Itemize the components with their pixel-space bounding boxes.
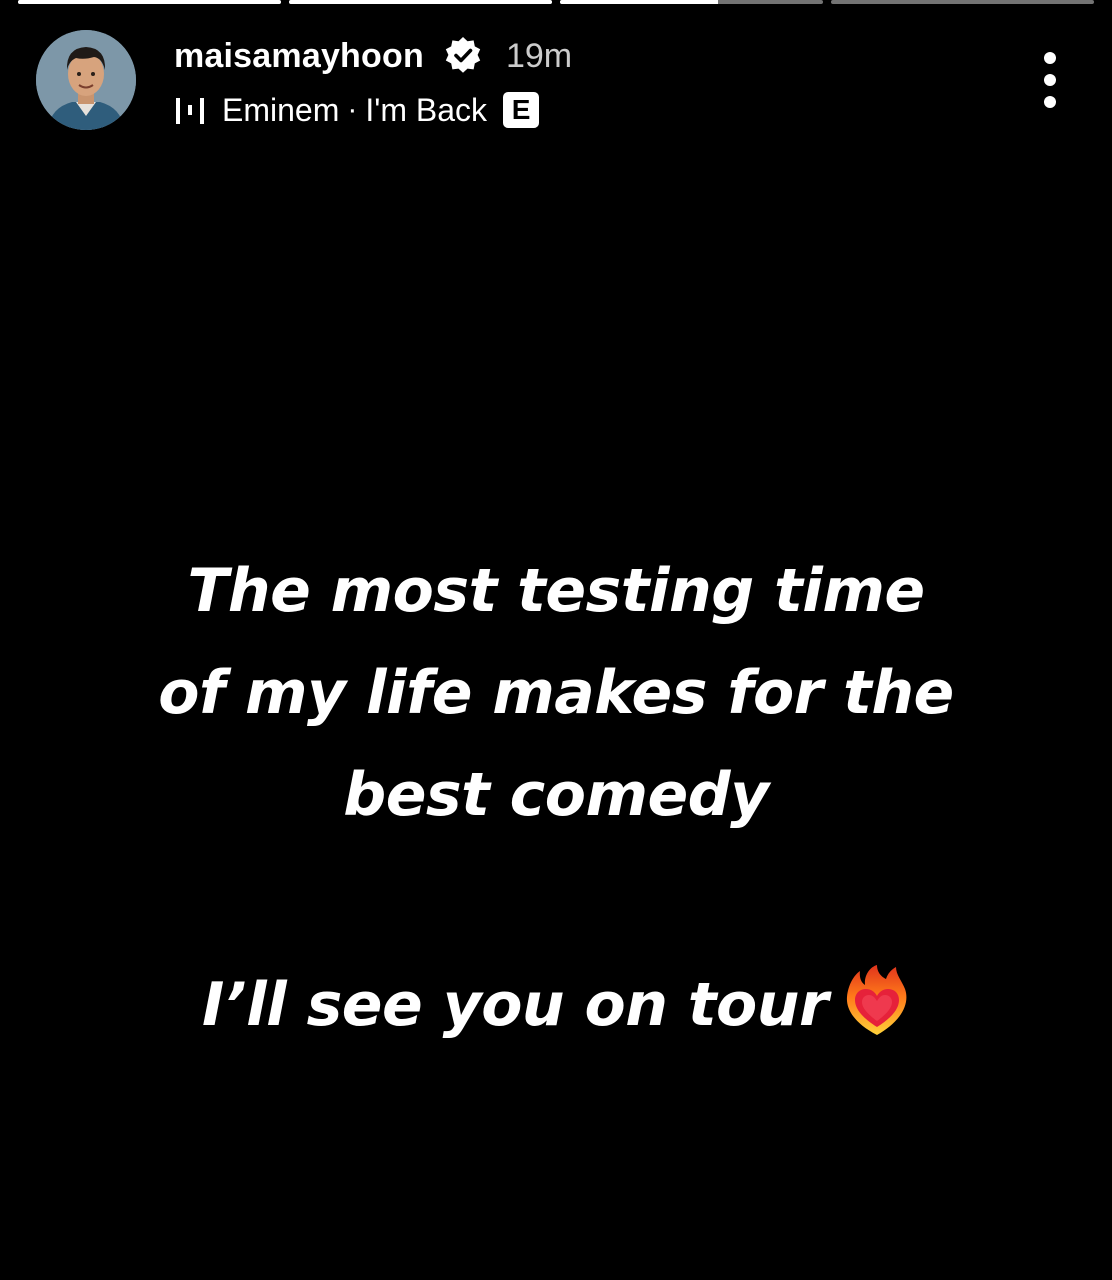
music-separator: · — [347, 93, 358, 126]
progress-segment-4 — [831, 0, 1094, 4]
progress-segment-3 — [560, 0, 823, 4]
music-row[interactable]: Eminem · I'm Back E — [174, 88, 572, 132]
story-progress-bar — [18, 0, 1094, 4]
time-ago: 19m — [505, 36, 573, 75]
progress-segment-2 — [289, 0, 552, 4]
story-meta: maisamayhoon 19m Eminem · I'm Back E — [174, 32, 572, 132]
story-text-line-1: The most testing time — [187, 556, 925, 626]
music-song-title: I'm Back — [365, 91, 488, 128]
progress-segment-1 — [18, 0, 281, 4]
music-bars-icon — [174, 95, 208, 125]
story-text-line-4: I’ll see you on tour — [201, 970, 829, 1040]
verified-badge-icon — [442, 35, 484, 77]
story-text-line-3: best comedy — [343, 760, 769, 830]
username[interactable]: maisamayhoon — [174, 37, 424, 76]
story-author-row: maisamayhoon 19m — [174, 32, 572, 80]
avatar[interactable] — [36, 30, 136, 130]
more-vertical-icon[interactable] — [1036, 52, 1064, 108]
story-text-line-2: of my life makes for the — [158, 658, 954, 728]
story-header: maisamayhoon 19m Eminem · I'm Back E — [36, 30, 1076, 134]
heart-on-fire-icon — [844, 965, 910, 1037]
story-text-line-4-wrap: I’ll see you on tour — [0, 954, 1112, 1056]
music-artist: Eminem — [222, 91, 340, 128]
story-text: The most testing time of my life makes f… — [0, 540, 1112, 1056]
explicit-badge: E — [503, 92, 540, 128]
